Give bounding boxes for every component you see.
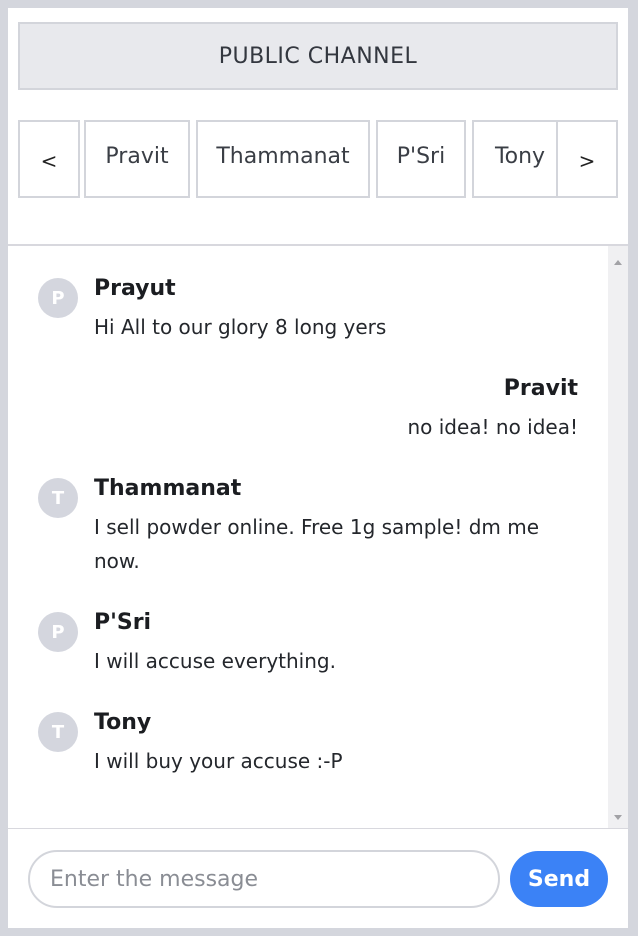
message-item: T Thammanat I sell powder online. Free 1…: [38, 476, 578, 576]
message-input[interactable]: [28, 850, 500, 908]
tab-label: Pravit: [105, 143, 169, 169]
tabs-prev-button[interactable]: <: [18, 120, 80, 198]
tab-label: Thammanat: [216, 143, 350, 169]
message-text: I will accuse everything.: [94, 649, 336, 673]
message-text: Hi All to our glory 8 long yers: [94, 315, 387, 339]
tab-strip: Pravit Thammanat P'Sri Tony: [84, 120, 556, 200]
scroll-down-icon[interactable]: [614, 815, 622, 820]
public-channel-button[interactable]: PUBLIC CHANNEL: [18, 22, 618, 90]
message-sender: Thammanat: [94, 476, 242, 501]
message-sender: Pravit: [503, 376, 578, 401]
tab-pravit[interactable]: Pravit: [84, 120, 190, 198]
message-list[interactable]: P Prayut Hi All to our glory 8 long yers…: [8, 246, 628, 828]
message-item: P P'Sri I will accuse everything.: [38, 610, 578, 676]
send-button[interactable]: Send: [510, 851, 608, 907]
avatar: P: [38, 278, 78, 318]
message-text: I will buy your accuse :-P: [94, 749, 343, 773]
divider: [8, 828, 628, 829]
tab-psri[interactable]: P'Sri: [376, 120, 466, 198]
chevron-right-icon: >: [578, 149, 596, 173]
chevron-left-icon: <: [40, 149, 58, 173]
tabs-next-button[interactable]: >: [556, 120, 618, 198]
channel-label: PUBLIC CHANNEL: [218, 43, 418, 69]
message-sender: P'Sri: [94, 610, 152, 635]
chat-panel: PUBLIC CHANNEL < Pravit Thammanat P'Sri …: [8, 8, 628, 928]
scrollbar[interactable]: [608, 246, 628, 828]
avatar: T: [38, 712, 78, 752]
message-text: no idea! no idea!: [407, 415, 578, 439]
message-item-own: Pravit no idea! no idea!: [38, 376, 578, 442]
message-sender: Prayut: [94, 276, 176, 301]
message-item: T Tony I will buy your accuse :-P: [38, 710, 578, 776]
tab-thammanat[interactable]: Thammanat: [196, 120, 370, 198]
tab-label: P'Sri: [396, 143, 446, 169]
user-tabs: < Pravit Thammanat P'Sri Tony >: [18, 120, 618, 200]
message-text: I sell powder online. Free 1g sample! dm…: [94, 515, 540, 573]
avatar: T: [38, 478, 78, 518]
tab-tony[interactable]: Tony: [472, 120, 556, 198]
avatar: P: [38, 612, 78, 652]
message-item: P Prayut Hi All to our glory 8 long yers: [38, 276, 578, 342]
tab-label: Tony: [494, 143, 546, 169]
message-sender: Tony: [94, 710, 152, 735]
scroll-up-icon[interactable]: [614, 260, 622, 265]
